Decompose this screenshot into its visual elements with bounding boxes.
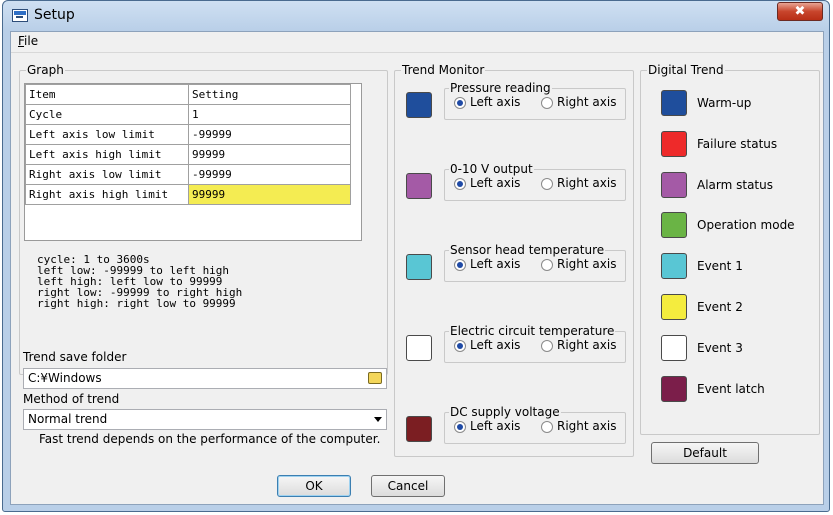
digital-color-swatch[interactable]	[661, 131, 687, 157]
method-of-trend-label: Method of trend	[23, 392, 120, 406]
menu-bar: File	[11, 32, 823, 53]
folder-browse-icon[interactable]	[368, 372, 382, 384]
table-row[interactable]: Cycle 1	[25, 104, 351, 125]
grid-setting-cell[interactable]: 99999	[188, 144, 351, 165]
cancel-button[interactable]: Cancel	[371, 475, 445, 497]
digital-item-label: Event 2	[697, 300, 743, 314]
table-row[interactable]: Right axis high limit 99999	[25, 184, 351, 205]
digital-trend-legend: Digital Trend	[647, 63, 725, 77]
grid-header-setting: Setting	[188, 84, 351, 105]
grid-item-cell: Left axis low limit	[25, 124, 189, 145]
graph-settings-grid[interactable]: Item Setting Cycle 1 Left axis low limit…	[24, 83, 362, 241]
method-of-trend-value: Normal trend	[28, 412, 108, 426]
left-axis-radio[interactable]	[454, 340, 466, 352]
method-of-trend-note: Fast trend depends on the performance of…	[39, 432, 381, 446]
table-row[interactable]: Right axis low limit -99999	[25, 164, 351, 185]
trend-color-swatch[interactable]	[406, 335, 432, 361]
grid-setting-cell[interactable]: -99999	[188, 124, 351, 145]
right-axis-radio[interactable]	[541, 340, 553, 352]
left-axis-label: Left axis	[470, 257, 521, 271]
digital-color-swatch[interactable]	[661, 172, 687, 198]
app-icon	[12, 9, 28, 22]
trend-color-swatch[interactable]	[406, 416, 432, 442]
method-of-trend-select[interactable]: Normal trend	[23, 409, 387, 430]
right-axis-label: Right axis	[557, 338, 617, 352]
trend-axis-group: Pressure reading Left axis Right axis	[444, 81, 626, 120]
grid-header-item: Item	[25, 84, 189, 105]
left-axis-radio[interactable]	[454, 421, 466, 433]
ok-button[interactable]: OK	[277, 475, 351, 497]
digital-item-label: Warm-up	[697, 96, 752, 110]
digital-item-label: Event 1	[697, 259, 743, 273]
digital-item-label: Event latch	[697, 382, 765, 396]
title-bar[interactable]: Setup ✖	[3, 1, 829, 31]
trend-color-swatch[interactable]	[406, 92, 432, 118]
trend-color-swatch[interactable]	[406, 173, 432, 199]
table-row[interactable]: Left axis low limit -99999	[25, 124, 351, 145]
grid-header-row: Item Setting	[25, 84, 351, 105]
right-axis-radio[interactable]	[541, 259, 553, 271]
trend-save-folder-field[interactable]: C:¥Windows	[23, 368, 387, 389]
table-row[interactable]: Left axis high limit 99999	[25, 144, 351, 165]
trend-monitor-legend: Trend Monitor	[401, 63, 486, 77]
trend-axis-group: Sensor head temperature Left axis Right ax…	[444, 243, 626, 282]
digital-item-label: Operation mode	[697, 218, 795, 232]
left-axis-label: Left axis	[470, 95, 521, 109]
digital-color-swatch[interactable]	[661, 253, 687, 279]
setup-window: Setup ✖ File Graph Item Setting Cycle 1 …	[2, 0, 830, 512]
trend-save-folder-label: Trend save folder	[23, 350, 127, 364]
close-button[interactable]: ✖	[777, 2, 823, 21]
window-title: Setup	[34, 7, 75, 23]
digital-item-label: Alarm status	[697, 178, 773, 192]
trend-axis-group: 0-10 V output Left axis Right axis	[444, 162, 626, 201]
left-axis-label: Left axis	[470, 419, 521, 433]
digital-item-label: Failure status	[697, 137, 778, 151]
digital-color-swatch[interactable]	[661, 335, 687, 361]
trend-axis-group: Electric circuit temperature Left axis Rig…	[444, 324, 626, 363]
grid-item-cell: Right axis high limit	[25, 184, 189, 205]
default-button[interactable]: Default	[651, 442, 759, 464]
digital-color-swatch[interactable]	[661, 376, 687, 402]
graph-range-hint: cycle: 1 to 3600s left low: -99999 to le…	[37, 253, 243, 310]
grid-item-cell: Right axis low limit	[25, 164, 189, 185]
grid-setting-cell[interactable]: 1	[188, 104, 351, 125]
digital-color-swatch[interactable]	[661, 90, 687, 116]
graph-legend: Graph	[26, 63, 65, 77]
trend-item-name: Pressure reading	[449, 81, 552, 95]
digital-color-swatch[interactable]	[661, 294, 687, 320]
digital-color-swatch[interactable]	[661, 212, 687, 238]
right-axis-radio[interactable]	[541, 178, 553, 190]
grid-item-cell: Left axis high limit	[25, 144, 189, 165]
left-axis-label: Left axis	[470, 176, 521, 190]
trend-color-swatch[interactable]	[406, 254, 432, 280]
right-axis-radio[interactable]	[541, 421, 553, 433]
left-axis-radio[interactable]	[454, 97, 466, 109]
menu-file-label: ile	[24, 34, 39, 48]
trend-axis-group: DC supply voltage Left axis Right axis	[444, 405, 626, 444]
digital-item-label: Event 3	[697, 341, 743, 355]
left-axis-radio[interactable]	[454, 259, 466, 271]
left-axis-radio[interactable]	[454, 178, 466, 190]
right-axis-label: Right axis	[557, 419, 617, 433]
right-axis-label: Right axis	[557, 257, 617, 271]
grid-item-cell: Cycle	[25, 104, 189, 125]
trend-item-name: Electric circuit temperature	[449, 324, 616, 338]
dialog-client: File Graph Item Setting Cycle 1 Left axi…	[10, 31, 824, 505]
chevron-down-icon	[374, 417, 382, 422]
right-axis-label: Right axis	[557, 176, 617, 190]
menu-file[interactable]: File	[15, 34, 41, 48]
right-axis-label: Right axis	[557, 95, 617, 109]
trend-item-name: DC supply voltage	[449, 405, 561, 419]
grid-setting-cell-selected[interactable]: 99999	[188, 184, 351, 205]
trend-item-name: 0-10 V output	[449, 162, 534, 176]
trend-item-name: Sensor head temperature	[449, 243, 606, 257]
right-axis-radio[interactable]	[541, 97, 553, 109]
grid-setting-cell[interactable]: -99999	[188, 164, 351, 185]
left-axis-label: Left axis	[470, 338, 521, 352]
